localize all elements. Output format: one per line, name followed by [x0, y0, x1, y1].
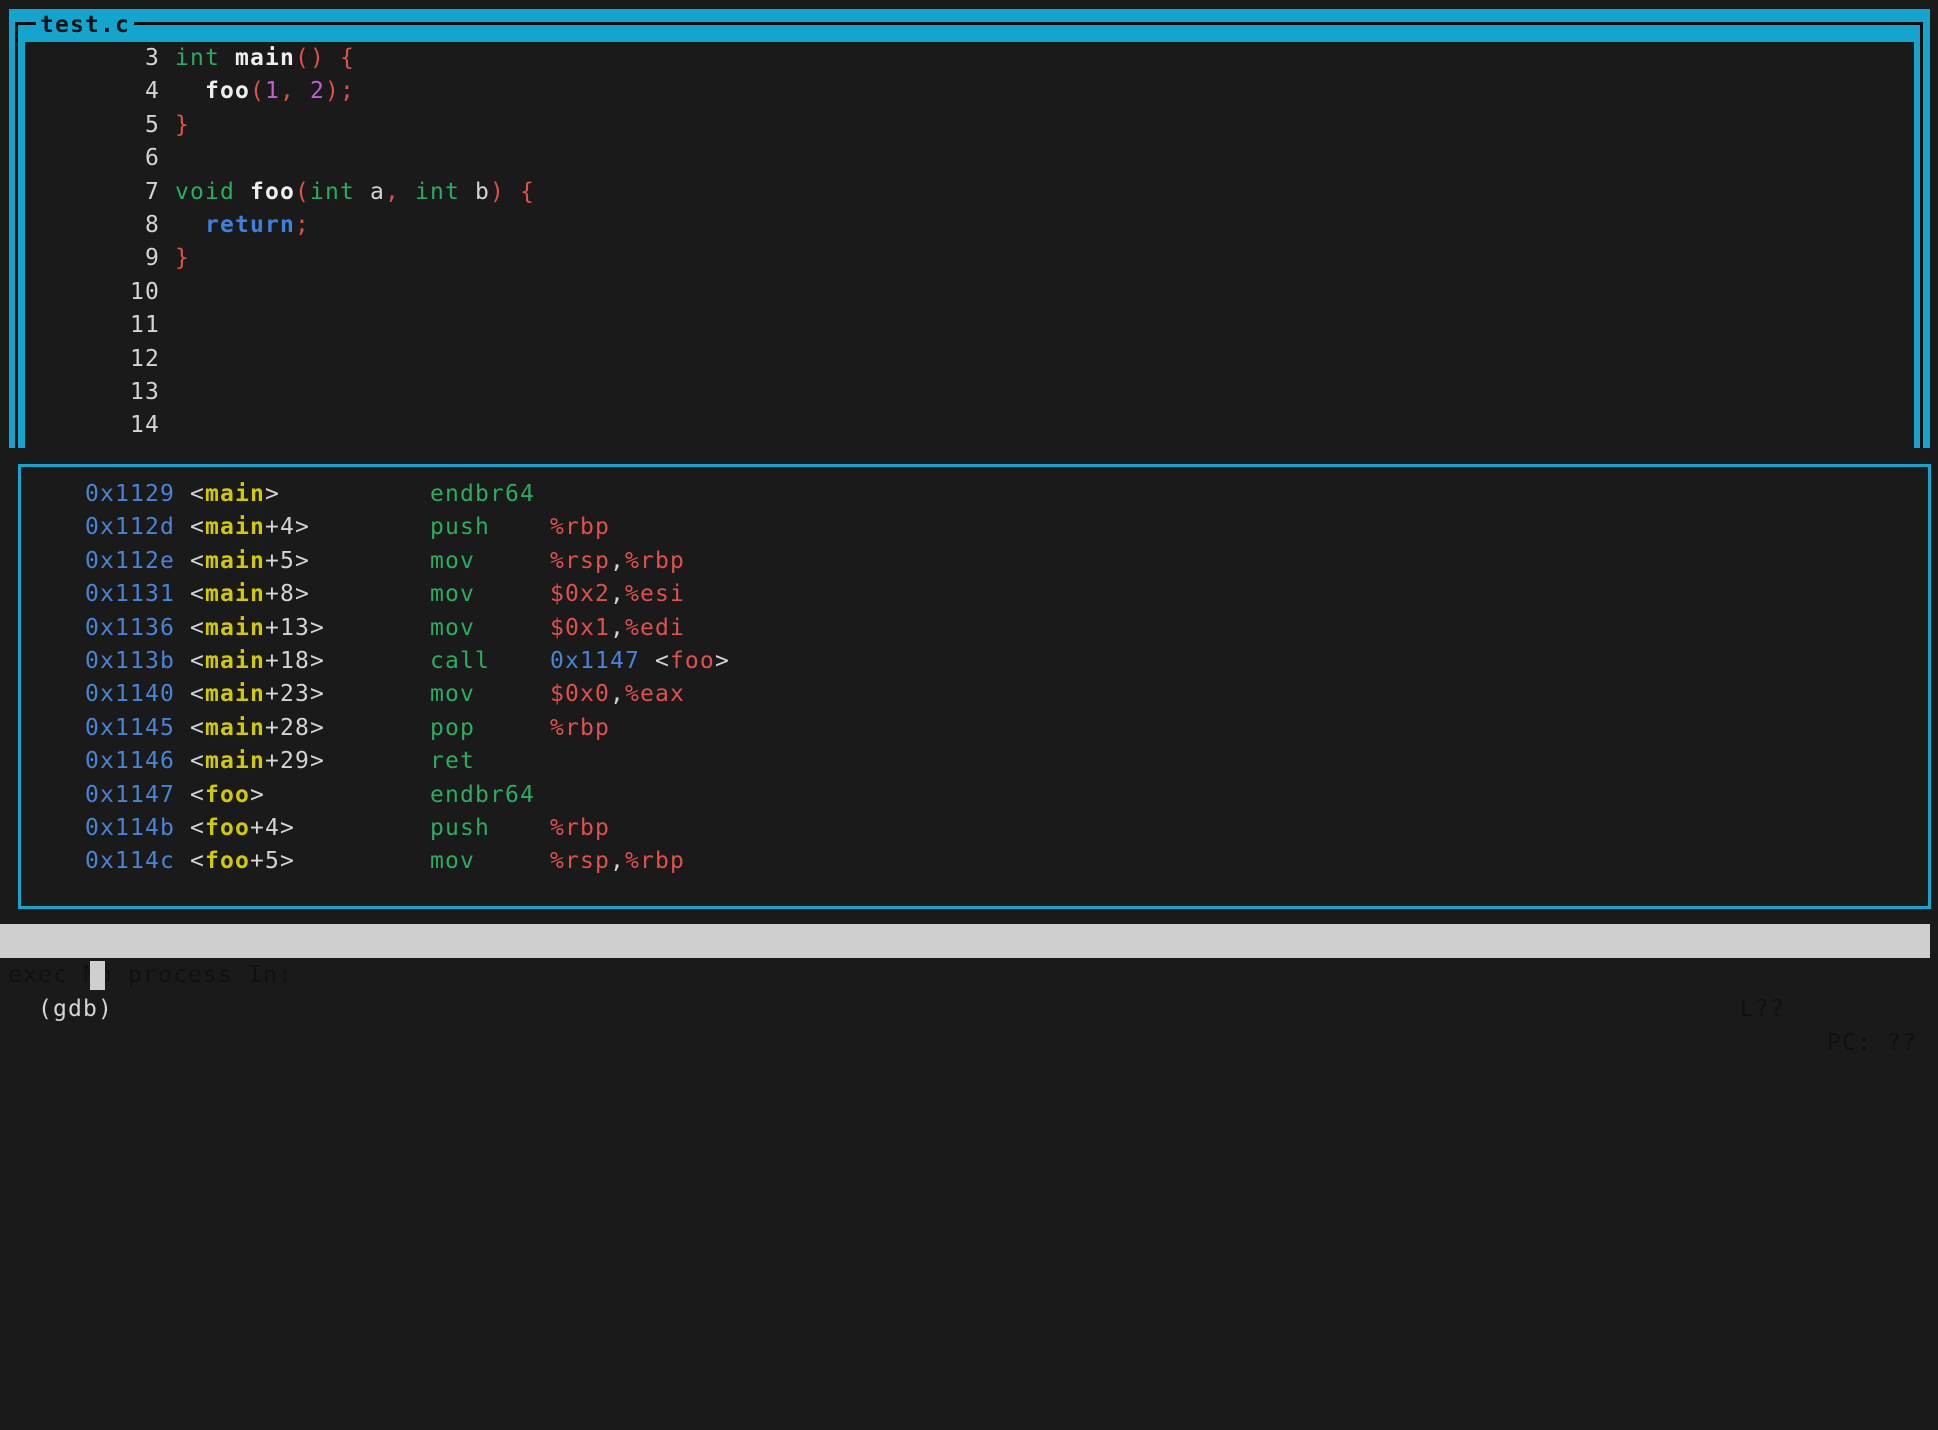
source-line: 12 [10, 343, 535, 376]
terminal-screen[interactable]: { "colors": { "background": "#1a1a1a", "… [0, 0, 1938, 1430]
source-line: 13 [10, 376, 535, 409]
source-line: 3 int main() { [10, 42, 535, 75]
source-line: 10 [10, 276, 535, 309]
status-bar: exec No process In: L?? PC: ?? [0, 924, 1930, 958]
source-window-border-vline-right [1920, 22, 1923, 448]
source-line: 6 [10, 142, 535, 175]
source-line: 14 [10, 409, 535, 442]
disasm-row: 0x114c <foo+5> mov %rsp,%rbp [10, 845, 730, 878]
disasm-row: 0x1147 <foo> endbr64 [10, 779, 730, 812]
terminal-cursor[interactable] [90, 961, 105, 990]
source-window-border-hline [15, 22, 1923, 25]
disasm-row: 0x1131 <main+8> mov $0x2,%esi [10, 578, 730, 611]
source-line: 11 [10, 309, 535, 342]
source-window[interactable]: 3 int main() { 4 foo(1, 2); 5 } 6 7 void… [10, 42, 535, 443]
disassembly-window[interactable]: 0x1129 <main> endbr64 0x112d <main+4> pu… [10, 478, 730, 879]
disasm-row: 0x112d <main+4> push %rbp [10, 511, 730, 544]
disasm-row: 0x1145 <main+28> pop %rbp [10, 712, 730, 745]
disasm-row: 0x1129 <main> endbr64 [10, 478, 730, 511]
disasm-row: 0x113b <main+18> call 0x1147 <foo> [10, 645, 730, 678]
source-window-title: test.c [36, 9, 134, 42]
disasm-row: 0x1136 <main+13> mov $0x1,%edi [10, 612, 730, 645]
source-line: 9 } [10, 242, 535, 275]
disasm-row: 0x112e <main+5> mov %rsp,%rbp [10, 545, 730, 578]
disasm-row: 0x1140 <main+23> mov $0x0,%eax [10, 678, 730, 711]
source-window-top-border [9, 9, 1930, 42]
source-line: 5 } [10, 109, 535, 142]
source-line: 8 return; [10, 209, 535, 242]
disasm-row: 0x114b <foo+4> push %rbp [10, 812, 730, 845]
disasm-row: 0x1146 <main+29> ret [10, 745, 730, 778]
status-pc-indicator: PC: ?? [1827, 1026, 1917, 1060]
status-line-indicator: L?? [1740, 992, 1785, 1026]
source-line: 4 foo(1, 2); [10, 75, 535, 108]
source-line: 7 void foo(int a, int b) { [10, 176, 535, 209]
gdb-prompt-label: (gdb) [38, 996, 113, 1022]
